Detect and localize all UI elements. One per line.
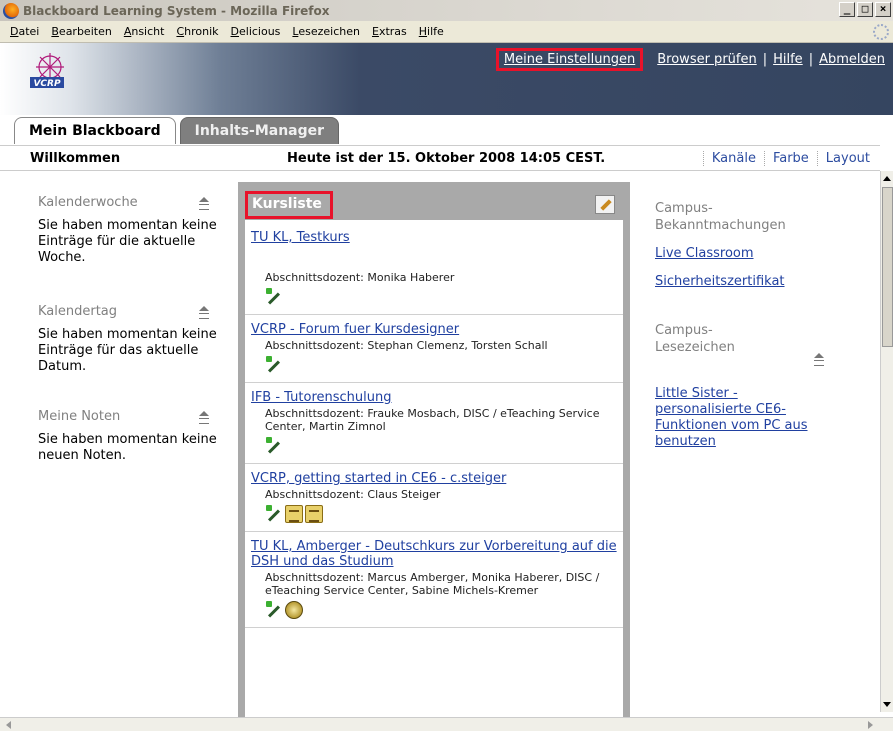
course-instructor: Abschnittsdozent: Stephan Clemenz, Torst…	[265, 339, 548, 352]
module-body: Sie haben momentan keine neuen Noten.	[38, 432, 217, 463]
course-web-icon[interactable]	[285, 601, 303, 619]
menu-extras[interactable]: Extras	[372, 25, 407, 38]
bb-header: VCRP Meine Einstellungen Browser prüfen …	[0, 43, 893, 115]
course-link[interactable]: TU KL, Amberger - Deutschkurs zur Vorber…	[251, 539, 617, 569]
bookmarks-title: Campus-Lesezeichen	[655, 323, 735, 355]
course-item: IFB - Tutorenschulung Abschnittsdozent: …	[245, 383, 623, 464]
window-titlebar: Blackboard Learning System - Mozilla Fir…	[0, 0, 893, 21]
collapse-icon[interactable]	[198, 410, 210, 424]
vcrp-logo[interactable]: VCRP	[26, 51, 88, 89]
collapse-icon[interactable]	[198, 305, 210, 319]
course-content-icon[interactable]	[285, 505, 303, 523]
channels-link[interactable]: Kanäle	[702, 150, 764, 166]
announcement-link-live-classroom[interactable]: Live Classroom	[655, 246, 870, 262]
scroll-up-icon[interactable]	[883, 176, 891, 181]
logout-link[interactable]: Abmelden	[819, 52, 885, 67]
window-controls: _ □ ×	[839, 2, 891, 17]
welcome-bar: Willkommen Heute ist der 15. Oktober 200…	[0, 145, 880, 171]
menu-delicious[interactable]: Delicious	[231, 25, 281, 38]
menu-chronik[interactable]: Chronik	[176, 25, 218, 38]
course-instructor: Abschnittsdozent: Claus Steiger	[265, 488, 441, 501]
course-item: TU KL, Amberger - Deutschkurs zur Vorber…	[245, 532, 623, 628]
course-link[interactable]: IFB - Tutorenschulung	[251, 390, 391, 405]
module-body: Sie haben momentan keine Einträge für di…	[38, 218, 217, 265]
layout-options: Kanäle Farbe Layout	[702, 150, 878, 166]
scroll-left-icon[interactable]	[6, 721, 11, 729]
tab-inhalts-manager[interactable]: Inhalts-Manager	[179, 117, 340, 144]
close-button[interactable]: ×	[875, 2, 891, 17]
menu-datei[interactable]: Datei	[10, 25, 39, 38]
module-calendar-week: Kalenderwoche Sie haben momentan keine E…	[38, 195, 218, 266]
course-list-title: Kursliste	[245, 190, 333, 219]
course-instructor: Abschnittsdozent: Frauke Mosbach, DISC /…	[265, 407, 600, 433]
bookmark-link-little-sister[interactable]: Little Sister - personalisierte CE6-Funk…	[655, 386, 825, 450]
course-list-header: Kursliste	[245, 189, 623, 220]
color-link[interactable]: Farbe	[763, 150, 817, 166]
layout-link[interactable]: Layout	[816, 150, 878, 166]
top-links: Meine Einstellungen Browser prüfen | Hil…	[495, 48, 885, 71]
welcome-label: Willkommen	[30, 150, 121, 166]
horizontal-scrollbar[interactable]	[0, 717, 893, 731]
course-item: TU KL, Testkurs Abschnittsdozent: Monika…	[245, 220, 623, 315]
course-instructor: Abschnittsdozent: Marcus Amberger, Monik…	[265, 571, 600, 597]
separator: |	[808, 52, 814, 67]
course-tools-icon[interactable]	[265, 288, 283, 306]
course-link[interactable]: VCRP - Forum fuer Kursdesigner	[251, 322, 459, 337]
right-column: Campus-Bekanntmachungen Live Classroom S…	[655, 200, 870, 450]
course-tools-icon[interactable]	[265, 437, 283, 455]
module-grades: Meine Noten Sie haben momentan keine neu…	[38, 409, 218, 464]
module-title: Kalendertag	[38, 304, 118, 319]
scroll-down-icon[interactable]	[883, 702, 891, 707]
settings-link[interactable]: Meine Einstellungen	[504, 52, 635, 67]
module-body: Sie haben momentan keine Einträge für da…	[38, 327, 217, 374]
course-tools-icon[interactable]	[265, 505, 283, 523]
vertical-scrollbar[interactable]	[880, 171, 893, 712]
throbber-icon	[873, 24, 889, 40]
course-link[interactable]: VCRP, getting started in CE6 - c.steiger	[251, 471, 506, 486]
firefox-logo-icon	[3, 2, 19, 19]
course-list-module: Kursliste TU KL, Testkurs Abschnittsdoze…	[238, 182, 630, 731]
minimize-button[interactable]: _	[839, 2, 855, 17]
edit-pencil-icon[interactable]	[595, 195, 615, 214]
course-link[interactable]: TU KL, Testkurs	[251, 230, 350, 245]
module-title: Meine Noten	[38, 409, 121, 424]
course-tools-icon[interactable]	[265, 601, 283, 619]
maximize-button[interactable]: □	[857, 2, 873, 17]
announcement-link-certificate[interactable]: Sicherheitszertifikat	[655, 274, 870, 290]
help-link[interactable]: Hilfe	[773, 52, 803, 67]
collapse-icon[interactable]	[813, 352, 825, 366]
browser-check-link[interactable]: Browser prüfen	[657, 52, 756, 67]
menu-bearbeiten[interactable]: Bearbeiten	[51, 25, 111, 38]
module-calendar-day: Kalendertag Sie haben momentan keine Ein…	[38, 304, 218, 375]
settings-highlight: Meine Einstellungen	[495, 48, 644, 71]
menubar: Datei Bearbeiten Ansicht Chronik Delicio…	[0, 21, 893, 43]
date-label: Heute ist der 15. Oktober 2008 14:05 CES…	[287, 150, 606, 166]
course-instructor: Abschnittsdozent: Monika Haberer	[265, 271, 455, 284]
menu-hilfe[interactable]: Hilfe	[419, 25, 444, 38]
course-assignment-icon[interactable]	[305, 505, 323, 523]
separator: |	[762, 52, 768, 67]
main-tabs: Mein Blackboard Inhalts-Manager	[14, 117, 343, 144]
announcements-title: Campus-Bekanntmachungen	[655, 201, 786, 233]
menu-lesezeichen[interactable]: Lesezeichen	[292, 25, 360, 38]
scroll-right-icon[interactable]	[868, 721, 873, 729]
tab-mein-blackboard[interactable]: Mein Blackboard	[14, 117, 176, 144]
module-title: Kalenderwoche	[38, 195, 138, 210]
left-column: Kalenderwoche Sie haben momentan keine E…	[38, 195, 218, 464]
course-item: VCRP - Forum fuer Kursdesigner Abschnitt…	[245, 315, 623, 383]
course-item: VCRP, getting started in CE6 - c.steiger…	[245, 464, 623, 532]
menu-ansicht[interactable]: Ansicht	[124, 25, 165, 38]
course-tools-icon[interactable]	[265, 356, 283, 374]
collapse-icon[interactable]	[198, 196, 210, 210]
logo-text: VCRP	[33, 79, 61, 89]
scroll-thumb[interactable]	[882, 187, 893, 347]
window-title: Blackboard Learning System - Mozilla Fir…	[23, 3, 330, 18]
